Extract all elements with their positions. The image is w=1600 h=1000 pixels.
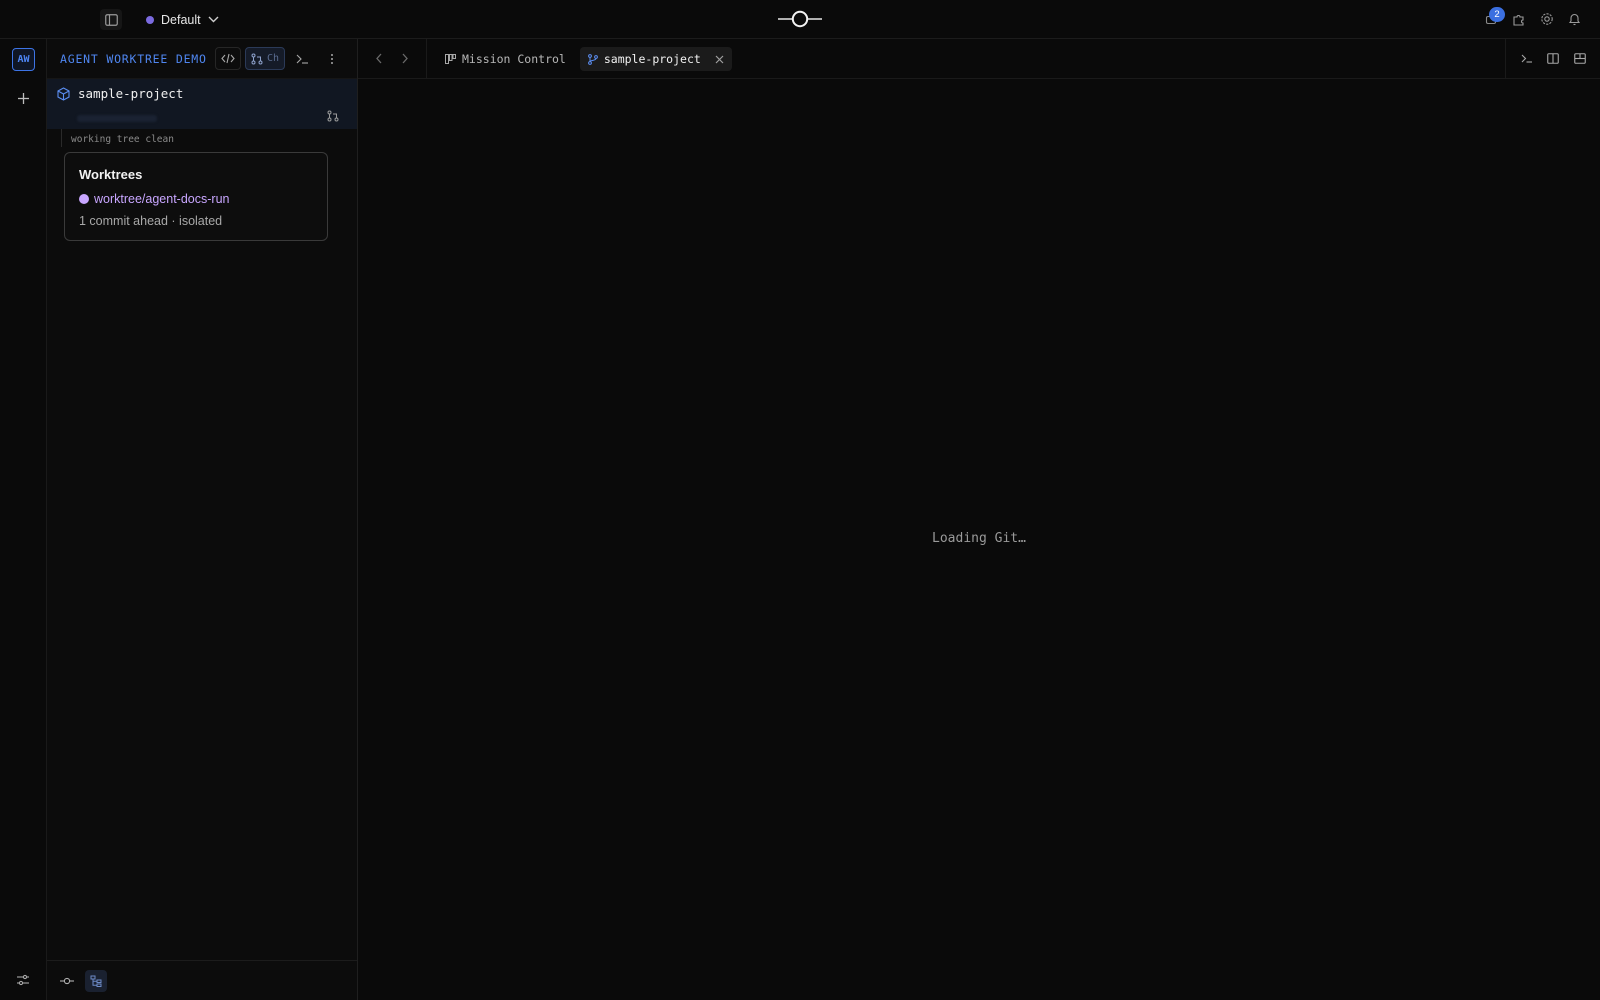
app-logo <box>778 9 822 29</box>
puzzle-icon <box>1512 12 1526 26</box>
chevron-down-icon <box>208 16 219 23</box>
sidebar-footer <box>47 960 357 1000</box>
back-button[interactable] <box>375 53 383 64</box>
more-options-button[interactable] <box>319 47 345 70</box>
notification-count-badge: 2 <box>1489 7 1505 22</box>
worktrees-card: Worktrees worktree/agent-docs-run 1 comm… <box>64 152 328 241</box>
sliders-icon <box>16 974 30 986</box>
bell-icon <box>1568 12 1581 26</box>
worktrees-card-title: Worktrees <box>79 167 143 182</box>
chevron-left-icon <box>375 53 383 64</box>
workspace-picker[interactable]: Default <box>146 9 219 30</box>
settings-button[interactable] <box>1537 8 1556 30</box>
git-commit-icon <box>60 977 74 985</box>
git-pull-request-icon <box>251 53 263 65</box>
main-content: Mission Control sample-project Loading G… <box>358 39 1600 1000</box>
gear-icon <box>1540 12 1554 26</box>
columns-icon <box>1547 53 1559 64</box>
project-subtitle-placeholder <box>77 115 157 122</box>
plus-icon <box>15 90 32 107</box>
code-icon <box>221 53 235 64</box>
commit-view-button[interactable] <box>56 970 78 992</box>
more-vertical-icon <box>330 53 334 65</box>
tab-mission-control[interactable]: Mission Control <box>437 47 574 71</box>
workspace-name: Default <box>161 12 201 27</box>
rows-icon <box>1573 53 1586 64</box>
title-bar: Default 2 <box>0 0 1600 39</box>
loading-message: Loading Git… <box>932 531 1026 546</box>
add-workspace-button[interactable] <box>15 90 32 107</box>
worktree-item[interactable]: worktree/agent-docs-run <box>79 192 229 206</box>
chevron-right-icon <box>401 53 409 64</box>
terminal-icon <box>1521 54 1533 63</box>
project-pull-request-button[interactable] <box>327 110 339 122</box>
panel-tools <box>1505 39 1600 78</box>
project-sidebar: AGENT WORKTREE DEMO Ch sample-project wo… <box>47 39 358 1000</box>
project-name: sample-project <box>78 86 184 101</box>
changes-view-button[interactable]: Ch <box>244 47 285 70</box>
tree-view-button[interactable] <box>85 970 107 992</box>
git-branch-icon <box>587 53 598 65</box>
cube-icon <box>57 87 70 101</box>
working-tree-status: working tree clean <box>71 134 174 145</box>
extensions-button[interactable] <box>1509 8 1528 30</box>
close-tab-button[interactable] <box>715 55 724 64</box>
sidebar-actions: Ch <box>214 47 345 70</box>
tab-label: Mission Control <box>462 52 566 66</box>
sidebar-toggle-icon <box>104 13 118 26</box>
agents-button[interactable]: 2 <box>1481 7 1505 30</box>
history-navigation <box>358 39 427 78</box>
workspace-avatar[interactable]: AW <box>12 48 35 71</box>
folder-tree-icon <box>90 975 102 987</box>
worktree-branch-name: worktree/agent-docs-run <box>94 192 230 206</box>
preferences-button[interactable] <box>16 974 30 986</box>
activity-rail: AW <box>0 39 47 1000</box>
tab-sample-project[interactable]: sample-project <box>579 47 732 71</box>
code-view-button[interactable] <box>214 47 241 70</box>
toggle-sidebar-button[interactable] <box>100 9 122 30</box>
tab-label: sample-project <box>603 52 701 66</box>
tree-connector <box>61 129 62 147</box>
notifications-button[interactable] <box>1565 8 1584 30</box>
editor-tabs: Mission Control sample-project <box>437 47 732 71</box>
project-row[interactable]: sample-project <box>47 79 357 129</box>
split-horizontal-button[interactable] <box>1573 53 1586 64</box>
board-icon <box>445 54 456 64</box>
terminal-icon <box>296 54 309 64</box>
worktree-status-dot <box>79 194 89 204</box>
toggle-terminal-button[interactable] <box>1521 54 1533 63</box>
titlebar-actions: 2 <box>1481 7 1584 30</box>
terminal-button[interactable] <box>289 47 315 70</box>
changes-button-label: Ch <box>266 53 279 64</box>
forward-button[interactable] <box>401 53 409 64</box>
close-icon <box>715 55 724 64</box>
sidebar-header: AGENT WORKTREE DEMO Ch <box>47 39 357 79</box>
split-vertical-button[interactable] <box>1547 53 1559 64</box>
workspace-color-dot <box>146 15 154 24</box>
worktree-meta: 1 commit ahead · isolated <box>79 214 223 228</box>
sidebar-title: AGENT WORKTREE DEMO <box>60 52 207 66</box>
tab-bar: Mission Control sample-project <box>358 39 1600 79</box>
